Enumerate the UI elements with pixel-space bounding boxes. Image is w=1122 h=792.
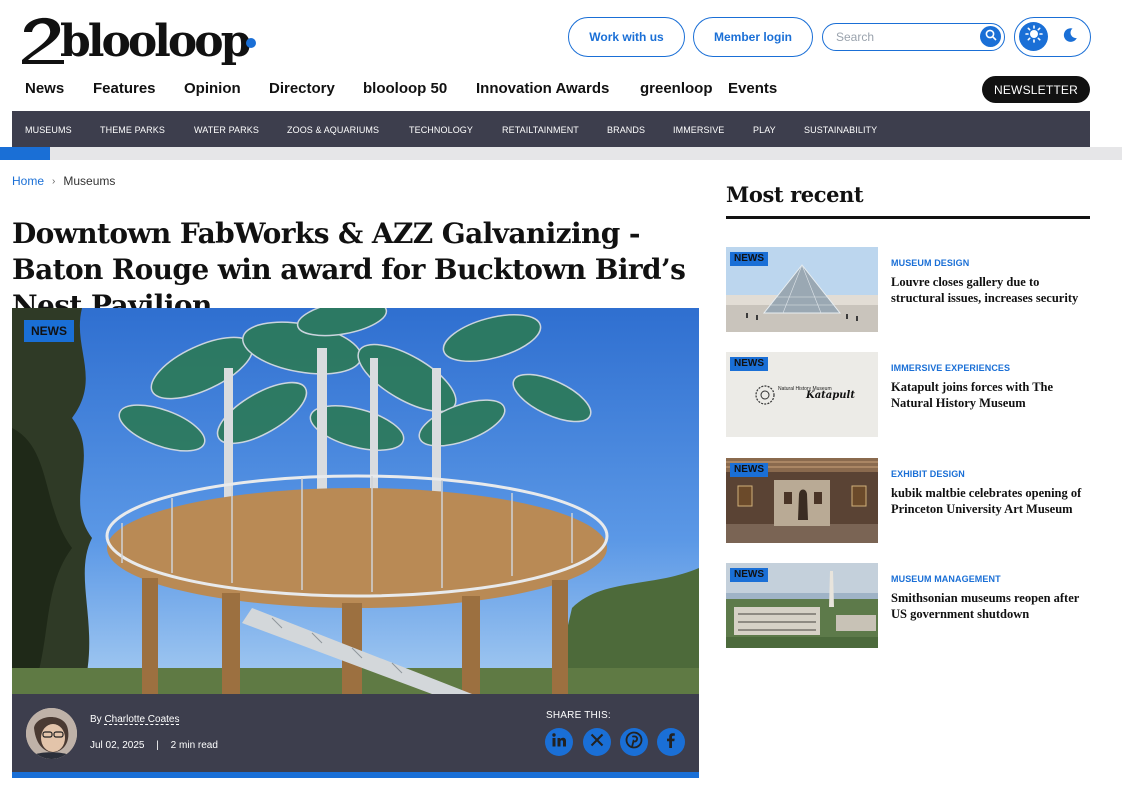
recent-article-category[interactable]: MUSEUM DESIGN (891, 258, 969, 268)
category-museums[interactable]: MUSEUMS (25, 125, 72, 135)
nav-events[interactable]: Events (728, 80, 777, 97)
read-time: 2 min read (170, 740, 218, 751)
dark-mode-button[interactable] (1060, 27, 1080, 47)
category-theme-parks[interactable]: THEME PARKS (100, 125, 165, 135)
recent-article-title[interactable]: Katapult joins forces with The Natural H… (891, 379, 1086, 411)
light-mode-button[interactable] (1019, 22, 1048, 51)
category-play[interactable]: PLAY (753, 125, 776, 135)
member-login-button[interactable]: Member login (693, 17, 813, 57)
nav-blooloop-50[interactable]: blooloop 50 (363, 80, 447, 97)
search-icon (985, 28, 997, 46)
recent-article-category[interactable]: MUSEUM MANAGEMENT (891, 574, 1001, 584)
news-tag: NEWS (730, 357, 768, 371)
publish-date: Jul 02, 2025 (90, 740, 145, 751)
nav-greenloop[interactable]: greenloop (640, 80, 713, 97)
svg-text:blooloop: blooloop (60, 16, 250, 66)
facebook-icon (663, 732, 679, 753)
category-nav: MUSEUMS THEME PARKS WATER PARKS ZOOS & A… (12, 111, 1090, 147)
author-line: By Charlotte Coates (90, 714, 180, 725)
recent-article-title[interactable]: kubik maltbie celebrates opening of Prin… (891, 485, 1086, 517)
reading-progress-fill (0, 147, 51, 160)
recent-article[interactable]: NEWS MUSEUM MANAGEMENT Smithsonian museu… (726, 563, 1090, 648)
recent-article-title[interactable]: Louvre closes gallery due to structural … (891, 274, 1086, 306)
linkedin-icon (551, 732, 567, 753)
share-pinterest-button[interactable] (620, 728, 648, 756)
news-tag: NEWS (730, 568, 768, 582)
newsletter-button[interactable]: NEWSLETTER (982, 76, 1090, 103)
most-recent-heading: Most recent (726, 182, 864, 207)
breadcrumb: Home › Museums (12, 174, 115, 188)
article-byline: By Charlotte Coates Jul 02, 2025 | 2 min… (12, 694, 699, 772)
category-brands[interactable]: BRANDS (607, 125, 645, 135)
share-linkedin-button[interactable] (545, 728, 573, 756)
news-tag: NEWS (730, 463, 768, 477)
category-immersive[interactable]: IMMERSIVE (673, 125, 724, 135)
recent-article-title[interactable]: Smithsonian museums reopen after US gove… (891, 590, 1086, 622)
nav-innovation-awards[interactable]: Innovation Awards (476, 80, 609, 97)
nav-opinion[interactable]: Opinion (184, 80, 241, 97)
share-label: SHARE THIS: (546, 710, 611, 721)
nav-news[interactable]: News (25, 80, 64, 97)
nav-features[interactable]: Features (93, 80, 156, 97)
recent-article-category[interactable]: IMMERSIVE EXPERIENCES (891, 363, 1010, 373)
search-button[interactable] (980, 26, 1001, 47)
theme-toggle[interactable] (1014, 17, 1091, 57)
breadcrumb-home[interactable]: Home (12, 174, 44, 188)
recent-article[interactable]: NEWS EXHIBIT DESIGN kubik maltbie celebr… (726, 458, 1090, 543)
article-meta: Jul 02, 2025 | 2 min read (90, 740, 218, 751)
chevron-right-icon: › (52, 175, 56, 187)
news-tag: NEWS (730, 252, 768, 266)
reading-progress-bar (0, 147, 1122, 160)
sidebar-divider (726, 216, 1090, 219)
work-with-us-button[interactable]: Work with us (568, 17, 685, 57)
sun-icon (1024, 25, 1043, 48)
category-zoos-aquariums[interactable]: ZOOS & AQUARIUMS (287, 125, 379, 135)
author-avatar[interactable] (26, 708, 77, 759)
category-retailtainment[interactable]: RETAILTAINMENT (502, 125, 579, 135)
category-sustainability[interactable]: SUSTAINABILITY (804, 125, 877, 135)
moon-icon (1062, 27, 1078, 48)
pinterest-icon (625, 731, 643, 754)
recent-article[interactable]: Natural History Museum Katapult NEWS IMM… (726, 352, 1090, 437)
category-technology[interactable]: TECHNOLOGY (409, 125, 473, 135)
meta-divider: | (156, 740, 159, 751)
share-x-button[interactable] (583, 728, 611, 756)
share-facebook-button[interactable] (657, 728, 685, 756)
blooloop-logo[interactable]: blooloop (20, 8, 260, 66)
news-tag: NEWS (24, 320, 74, 342)
category-water-parks[interactable]: WATER PARKS (194, 125, 259, 135)
breadcrumb-current: Museums (63, 174, 116, 188)
author-link[interactable]: Charlotte Coates (104, 714, 179, 725)
search-input[interactable] (836, 30, 966, 44)
recent-article[interactable]: NEWS MUSEUM DESIGN Louvre closes gallery… (726, 247, 1090, 332)
search-box (822, 23, 1005, 51)
katapult-logo: Katapult (805, 390, 855, 401)
x-icon (590, 733, 604, 752)
byline-accent-bar (12, 772, 699, 778)
hero-image (12, 308, 699, 694)
by-prefix: By (90, 714, 102, 725)
recent-article-category[interactable]: EXHIBIT DESIGN (891, 469, 965, 479)
nav-directory[interactable]: Directory (269, 80, 335, 97)
